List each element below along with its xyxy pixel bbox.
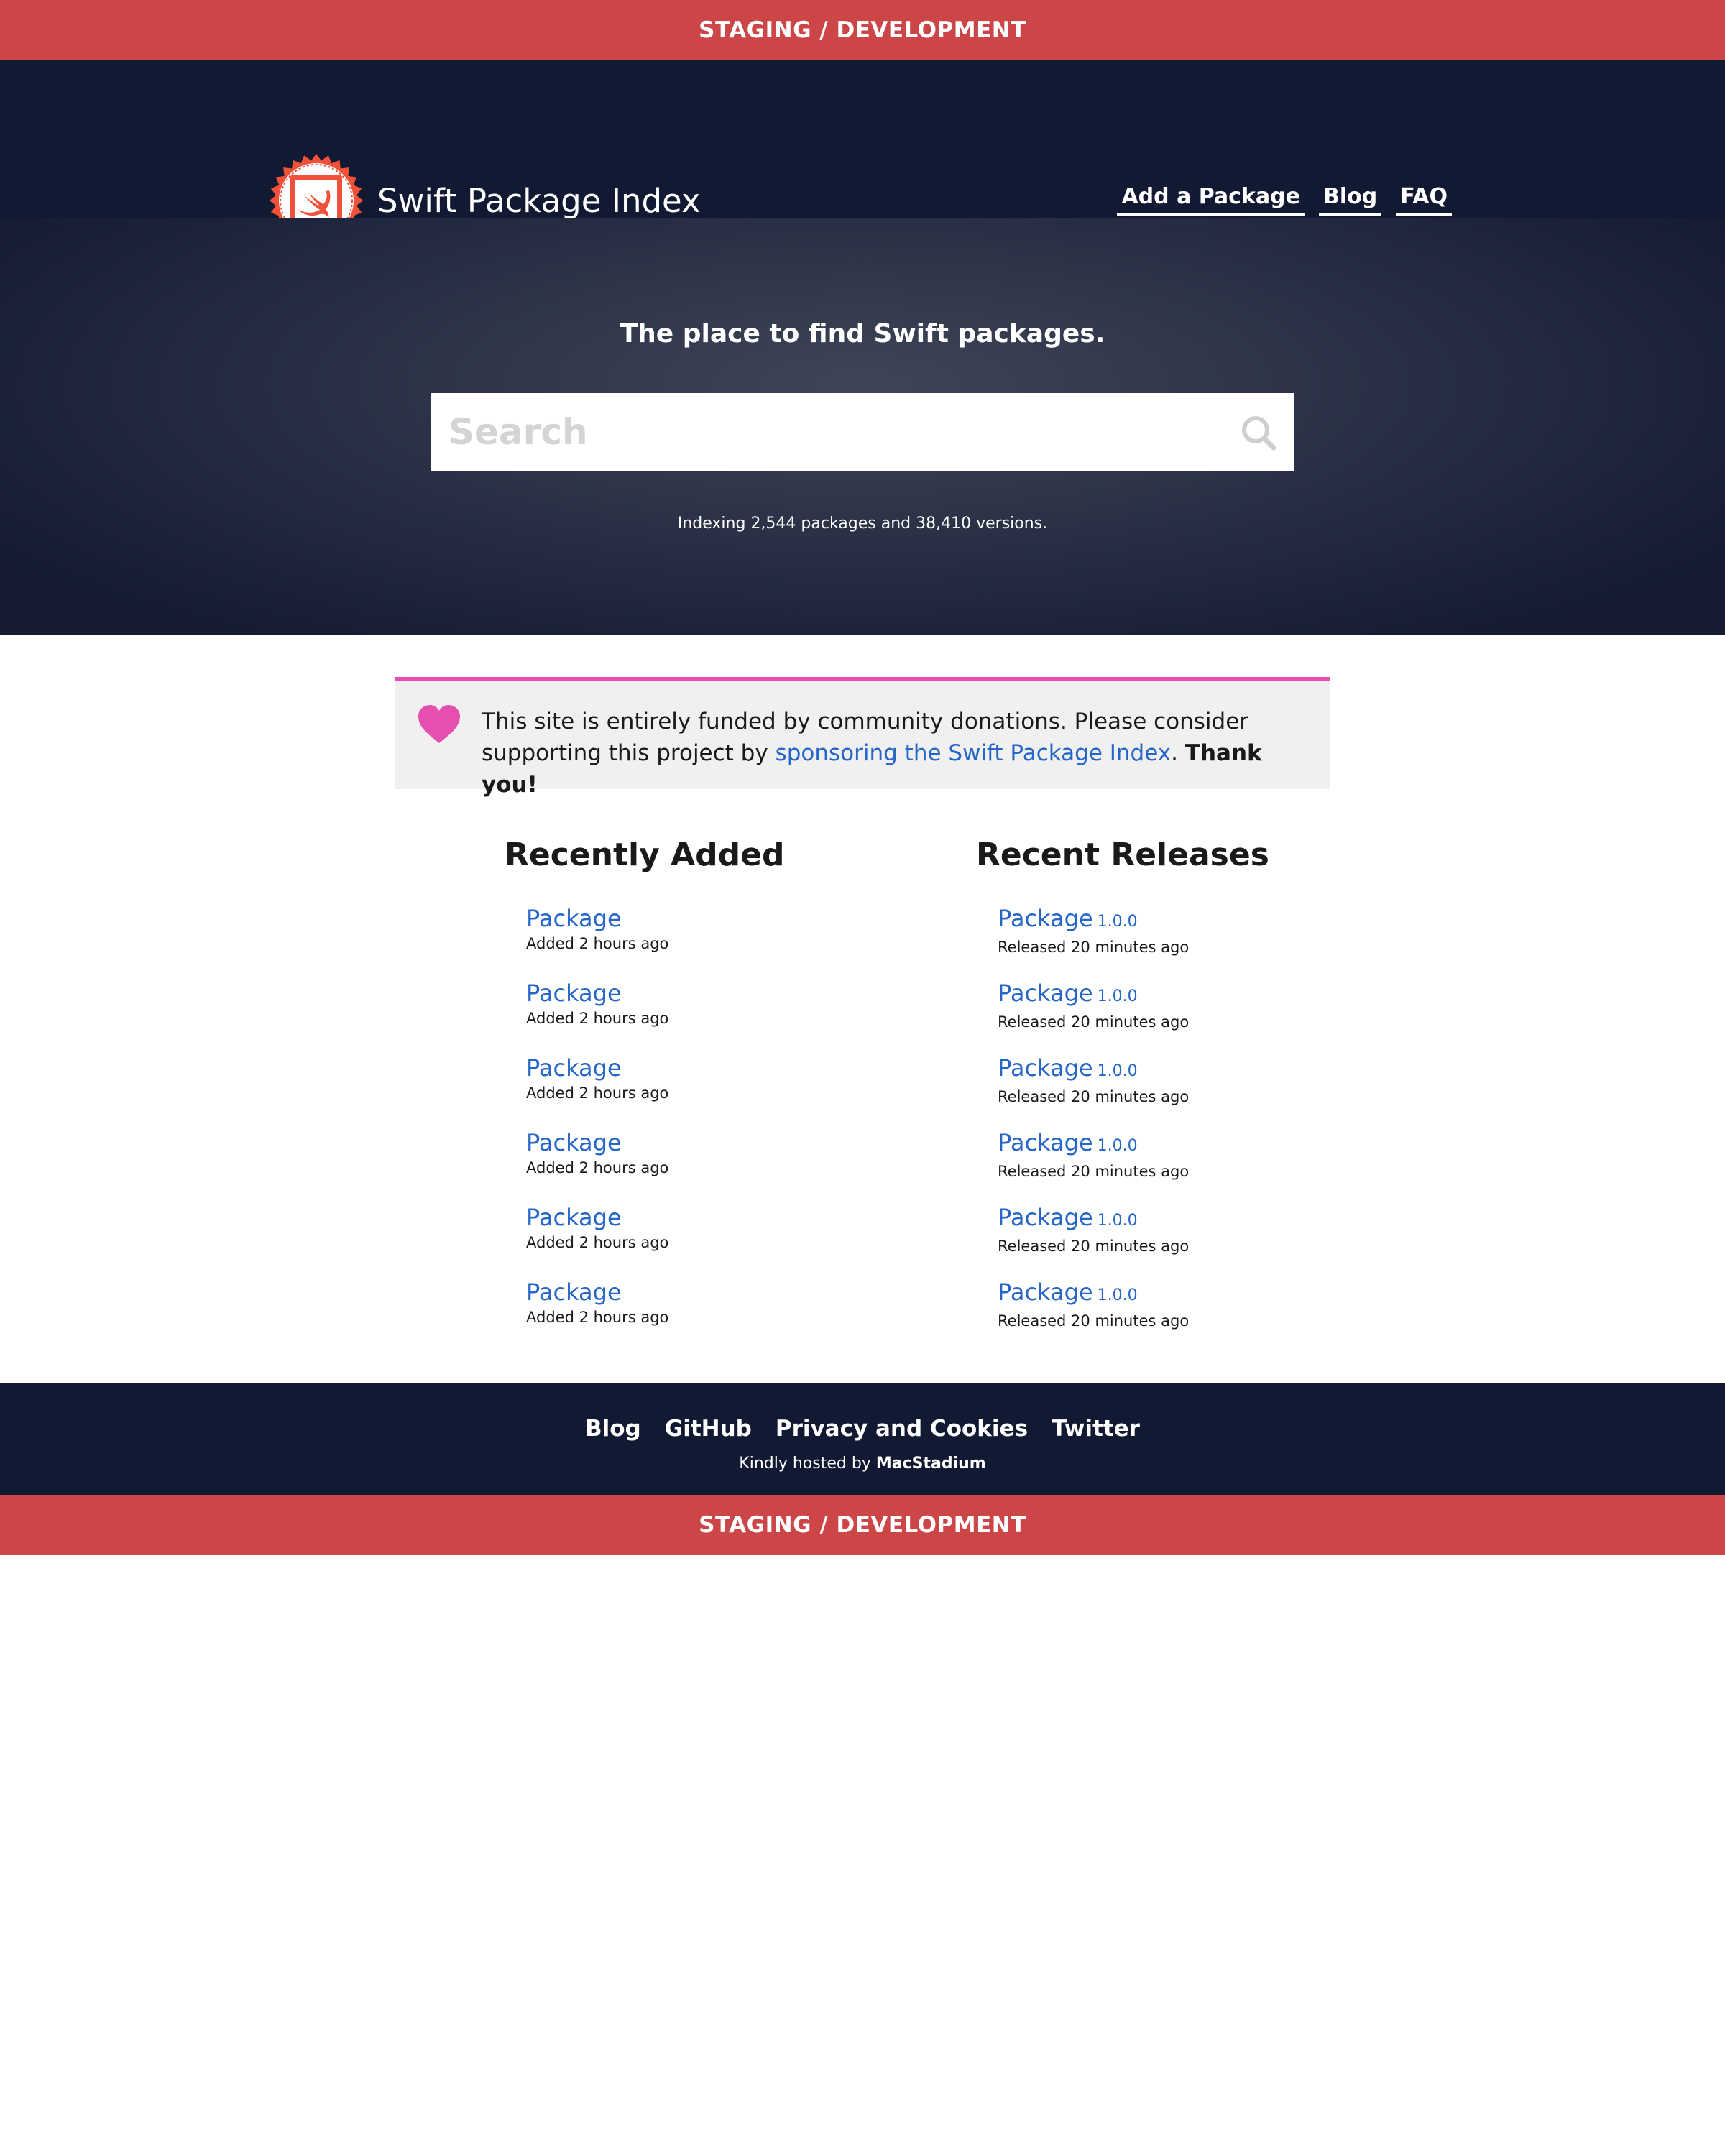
- release-time: Released 20 minutes ago: [998, 1163, 1190, 1180]
- recent-releases-list: Package 1.0.0 Released 20 minutes ago Pac…: [998, 904, 1269, 1353]
- hosting-credit-prefix: Kindly hosted by: [739, 1455, 876, 1473]
- hosting-credit: Kindly hosted by MacStadium: [0, 1455, 1725, 1473]
- package-name: Package: [998, 905, 1093, 932]
- package-name: Package: [998, 980, 1093, 1007]
- added-time: Added 2 hours ago: [526, 1159, 669, 1176]
- package-release-link[interactable]: Package 1.0.0: [998, 1279, 1138, 1306]
- package-release-link[interactable]: Package 1.0.0: [998, 980, 1138, 1007]
- release-time: Released 20 minutes ago: [998, 1238, 1190, 1255]
- package-name: Package: [998, 1129, 1093, 1156]
- nav-add-a-package[interactable]: Add a Package: [1117, 184, 1305, 216]
- package-version: 1.0.0: [1097, 1062, 1138, 1080]
- package-name: Package: [998, 1054, 1093, 1082]
- footer-link-blog[interactable]: Blog: [585, 1416, 641, 1442]
- list-item: Package 1.0.0 Released 20 minutes ago: [998, 1203, 1269, 1278]
- list-item: Package Added 2 hours ago: [526, 904, 784, 979]
- hero-tagline: The place to find Swift packages.: [620, 319, 1105, 349]
- search-icon[interactable]: [1241, 415, 1276, 451]
- package-name: Package: [998, 1279, 1093, 1306]
- list-item: Package Added 2 hours ago: [526, 979, 784, 1054]
- list-item: Package 1.0.0 Released 20 minutes ago: [998, 904, 1269, 979]
- added-time: Added 2 hours ago: [526, 1010, 669, 1027]
- release-time: Released 20 minutes ago: [998, 1088, 1190, 1105]
- package-version: 1.0.0: [1097, 1137, 1138, 1155]
- release-time: Released 20 minutes ago: [998, 939, 1190, 956]
- package-version: 1.0.0: [1097, 1286, 1138, 1304]
- footer-link-privacy[interactable]: Privacy and Cookies: [776, 1416, 1028, 1442]
- release-time: Released 20 minutes ago: [998, 1312, 1190, 1330]
- staging-banner-text: STAGING / DEVELOPMENT: [699, 1512, 1026, 1538]
- release-time: Released 20 minutes ago: [998, 1013, 1190, 1031]
- recent-releases-section: Recent Releases Package 1.0.0 Released 20…: [976, 834, 1269, 1353]
- package-release-link[interactable]: Package 1.0.0: [998, 1129, 1138, 1156]
- index-stats: Indexing 2,544 packages and 38,410 versi…: [677, 515, 1048, 533]
- package-version: 1.0.0: [1097, 1212, 1138, 1230]
- recent-releases-heading: Recent Releases: [976, 837, 1269, 873]
- list-item: Package 1.0.0 Released 20 minutes ago: [998, 1054, 1269, 1128]
- search-input[interactable]: [431, 393, 1294, 471]
- site-header: Swift Package Index Add a Package Blog F…: [0, 60, 1725, 247]
- sponsor-link[interactable]: sponsoring the Swift Package Index: [776, 740, 1172, 766]
- donation-panel: This site is entirely funded by communit…: [395, 677, 1330, 798]
- search-box: [431, 393, 1294, 471]
- package-release-link[interactable]: Package 1.0.0: [998, 1204, 1138, 1231]
- package-release-link[interactable]: Package 1.0.0: [998, 1054, 1138, 1082]
- donation-message: This site is entirely funded by communit…: [482, 706, 1308, 801]
- list-item: Package 1.0.0 Released 20 minutes ago: [998, 1128, 1269, 1203]
- donation-text-after: .: [1171, 740, 1185, 766]
- added-time: Added 2 hours ago: [526, 1084, 669, 1102]
- site-title: Swift Package Index: [377, 181, 701, 220]
- footer-link-github[interactable]: GitHub: [665, 1416, 752, 1442]
- staging-banner-top: STAGING / DEVELOPMENT: [0, 0, 1725, 60]
- package-link[interactable]: Package: [526, 980, 622, 1007]
- package-version: 1.0.0: [1097, 987, 1138, 1005]
- nav-faq[interactable]: FAQ: [1396, 184, 1452, 216]
- footer-nav: Blog GitHub Privacy and Cookies Twitter: [0, 1416, 1725, 1442]
- list-item: Package 1.0.0 Released 20 minutes ago: [998, 979, 1269, 1054]
- recently-added-section: Recently Added Package Added 2 hours ago…: [505, 834, 784, 1353]
- main-nav: Add a Package Blog FAQ: [1117, 184, 1452, 216]
- package-name: Package: [998, 1204, 1093, 1231]
- list-item: Package 1.0.0 Released 20 minutes ago: [998, 1278, 1269, 1353]
- added-time: Added 2 hours ago: [526, 935, 669, 952]
- list-item: Package Added 2 hours ago: [526, 1128, 784, 1203]
- package-link[interactable]: Package: [526, 1279, 622, 1306]
- hero-search-section: The place to find Swift packages. Indexi…: [0, 218, 1725, 635]
- staging-banner-text: STAGING / DEVELOPMENT: [699, 17, 1026, 43]
- footer-link-twitter[interactable]: Twitter: [1052, 1416, 1140, 1442]
- package-link[interactable]: Package: [526, 905, 622, 932]
- recently-added-heading: Recently Added: [505, 837, 785, 873]
- list-item: Package Added 2 hours ago: [526, 1203, 784, 1278]
- site-footer: Blog GitHub Privacy and Cookies Twitter …: [0, 1383, 1725, 1495]
- nav-blog[interactable]: Blog: [1318, 184, 1382, 216]
- staging-banner-bottom: STAGING / DEVELOPMENT: [0, 1495, 1725, 1555]
- recently-added-list: Package Added 2 hours ago Package Added …: [526, 904, 784, 1353]
- package-link[interactable]: Package: [526, 1054, 622, 1082]
- macstadium-link[interactable]: MacStadium: [876, 1455, 986, 1473]
- heart-icon: [418, 705, 460, 743]
- package-version: 1.0.0: [1097, 913, 1138, 931]
- added-time: Added 2 hours ago: [526, 1309, 669, 1326]
- package-link[interactable]: Package: [526, 1129, 622, 1156]
- list-item: Package Added 2 hours ago: [526, 1054, 784, 1128]
- list-item: Package Added 2 hours ago: [526, 1278, 784, 1353]
- package-release-link[interactable]: Package 1.0.0: [998, 905, 1138, 932]
- package-link[interactable]: Package: [526, 1204, 622, 1231]
- added-time: Added 2 hours ago: [526, 1234, 669, 1251]
